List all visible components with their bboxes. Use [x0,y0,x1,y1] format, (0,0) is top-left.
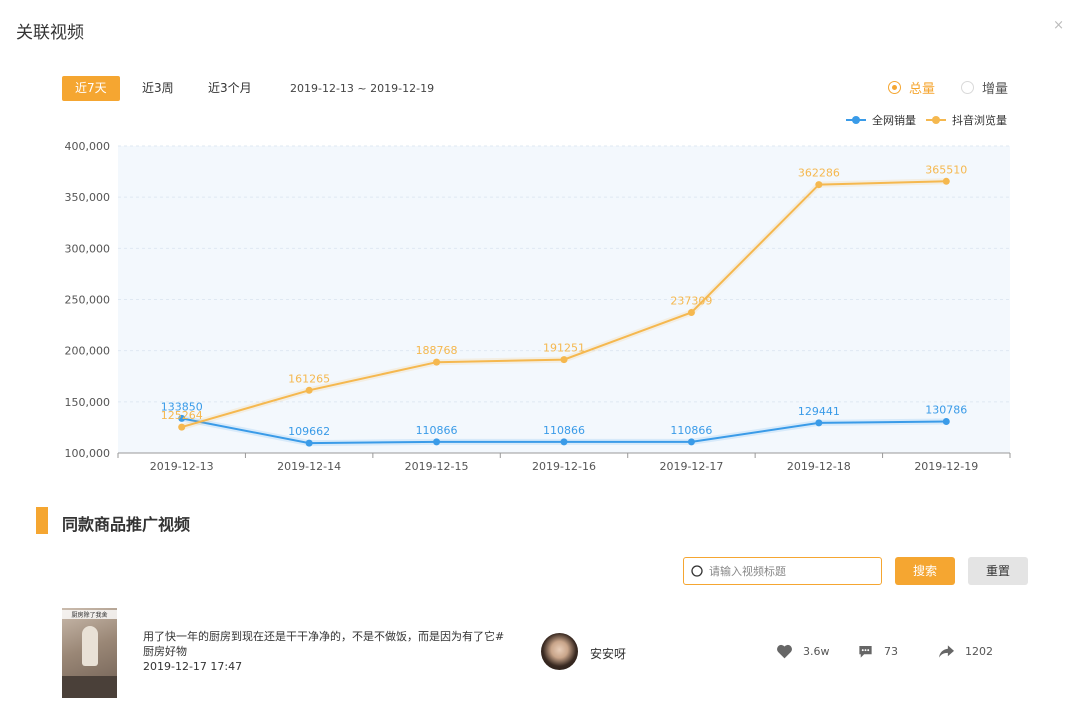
y-tick-label: 150,000 [65,396,111,409]
radio-increment-label: 增量 [982,82,1009,97]
section-accent-bar [36,507,48,534]
x-tick-label: 2019-12-14 [277,460,341,473]
data-point [178,423,186,431]
radio-increment[interactable]: 增量 [961,78,1008,97]
data-point [560,356,568,364]
modal-title: 关联视频 [16,23,84,43]
y-tick-label: 300,000 [65,242,111,255]
share-icon [939,645,954,658]
data-label: 125264 [161,409,203,422]
likes-count: 3.6w [803,645,830,658]
close-button[interactable]: × [1053,18,1064,33]
data-point [815,181,823,189]
section-title: 同款商品推广视频 [62,515,191,534]
list-item[interactable]: 厨房除了我舍 用了快一年的厨房到现在还是干干净净的，不是不做饭，而是因为有了它#… [0,600,1080,704]
line-chart: 100,000 150,000 200,000 250,000 300,000 350,0… [65,140,1011,473]
thumbnail-caption: 厨房除了我舍 [62,610,117,619]
data-point [942,177,950,185]
data-point [433,438,441,446]
thumbnail-figure [82,626,98,666]
x-tick-label: 2019-12-15 [405,460,469,473]
video-title[interactable]: 用了快一年的厨房到现在还是干干净净的，不是不做饭，而是因为有了它#厨房好物 [143,629,513,659]
avatar[interactable] [541,633,578,670]
radio-total[interactable]: 总量 [888,78,935,97]
comments-count: 73 [884,645,898,658]
data-label: 130786 [925,403,967,416]
y-tick-label: 250,000 [65,294,111,307]
data-label: 362286 [798,167,840,180]
x-tick-label: 2019-12-19 [914,460,978,473]
legend-item-views[interactable]: 抖音浏览量 [926,112,1007,128]
radio-checked-icon [888,81,901,94]
data-point [433,358,441,366]
data-label: 110866 [416,424,458,437]
legend-line-icon [926,116,946,124]
video-thumbnail[interactable]: 厨房除了我舍 [62,608,117,698]
data-label: 191251 [543,342,585,355]
reset-button[interactable]: 重置 [968,557,1028,585]
shares-count: 1202 [965,645,993,658]
comments-stat: 73 [857,644,898,659]
y-tick-label: 400,000 [65,140,111,153]
x-tick-label: 2019-12-13 [150,460,214,473]
x-tick-label: 2019-12-18 [787,460,851,473]
date-range-label: 2019-12-13 ~ 2019-12-19 [290,82,435,95]
data-point [305,386,313,394]
thumbnail-counter [62,676,117,698]
y-tick-label: 200,000 [65,345,111,358]
legend-label-sales: 全网销量 [872,114,916,127]
shares-stat: 1202 [938,644,993,659]
data-point [815,419,823,427]
data-label: 188768 [416,344,458,357]
radio-unchecked-icon [961,81,974,94]
data-label: 161265 [288,372,330,385]
radio-total-label: 总量 [909,82,936,97]
likes-stat: 3.6w [776,644,830,659]
data-label: 109662 [288,425,330,438]
data-label: 365510 [925,163,967,176]
author-name[interactable]: 安安呀 [590,645,626,662]
tab-7-days[interactable]: 近7天 [62,76,120,101]
search-icon [691,564,703,577]
search-box[interactable] [683,557,882,585]
data-label: 129441 [798,405,840,418]
video-time: 2019-12-17 17:47 [143,660,243,673]
legend-line-icon [846,116,866,124]
search-input[interactable] [709,564,874,578]
data-point [560,438,568,446]
x-tick-label: 2019-12-17 [659,460,723,473]
data-point [687,438,695,446]
data-point [305,439,313,447]
tab-3-months[interactable]: 近3个月 [195,76,265,101]
data-point [687,308,695,316]
comment-icon [859,646,872,658]
tab-3-weeks[interactable]: 近3周 [129,76,187,101]
search-button[interactable]: 搜索 [895,557,955,585]
legend-label-views: 抖音浏览量 [952,114,1007,127]
data-label: 110866 [670,424,712,437]
x-tick-label: 2019-12-16 [532,460,596,473]
y-tick-label: 100,000 [65,447,111,460]
data-point [942,417,950,425]
data-label: 237309 [670,294,712,307]
y-tick-label: 350,000 [65,191,111,204]
data-label: 110866 [543,424,585,437]
heart-icon [777,644,792,659]
legend-item-sales[interactable]: 全网销量 [846,112,916,128]
